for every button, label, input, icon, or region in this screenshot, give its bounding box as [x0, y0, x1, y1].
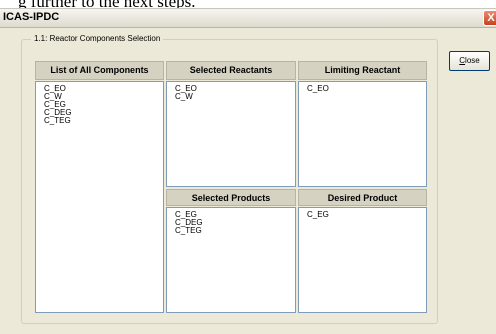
close-button[interactable]: Close [449, 51, 490, 71]
limiting-reactant-header: Limiting Reactant [298, 61, 427, 80]
selected-products-list[interactable]: C_EG C_DEG C_TEG [166, 207, 296, 313]
list-item[interactable]: C_TEG [44, 117, 163, 125]
all-components-list[interactable]: C_EO C_W C_EG C_DEG C_TEG [35, 81, 164, 313]
list-item[interactable]: C_W [175, 93, 295, 101]
selected-products-header: Selected Products [166, 189, 296, 206]
list-item[interactable]: C_EO [175, 85, 295, 93]
close-button-label: lose [465, 56, 480, 65]
desired-product-list[interactable]: C_EG [298, 207, 427, 313]
window-title: ICAS-IPDC [3, 11, 60, 23]
groupbox-label: 1.1: Reactor Components Selection [31, 34, 164, 43]
list-item[interactable]: C_EG [307, 211, 426, 219]
list-item[interactable]: C_TEG [175, 227, 295, 235]
title-bar: ICAS-IPDC X [0, 9, 496, 28]
selected-reactants-list[interactable]: C_EO C_W [166, 81, 296, 187]
all-components-header: List of All Components [35, 61, 164, 80]
close-icon[interactable]: X [483, 10, 496, 26]
list-item[interactable]: C_EO [307, 85, 426, 93]
desired-product-header: Desired Product [298, 189, 427, 206]
limiting-reactant-list[interactable]: C_EO [298, 81, 427, 187]
selected-reactants-header: Selected Reactants [166, 61, 296, 80]
